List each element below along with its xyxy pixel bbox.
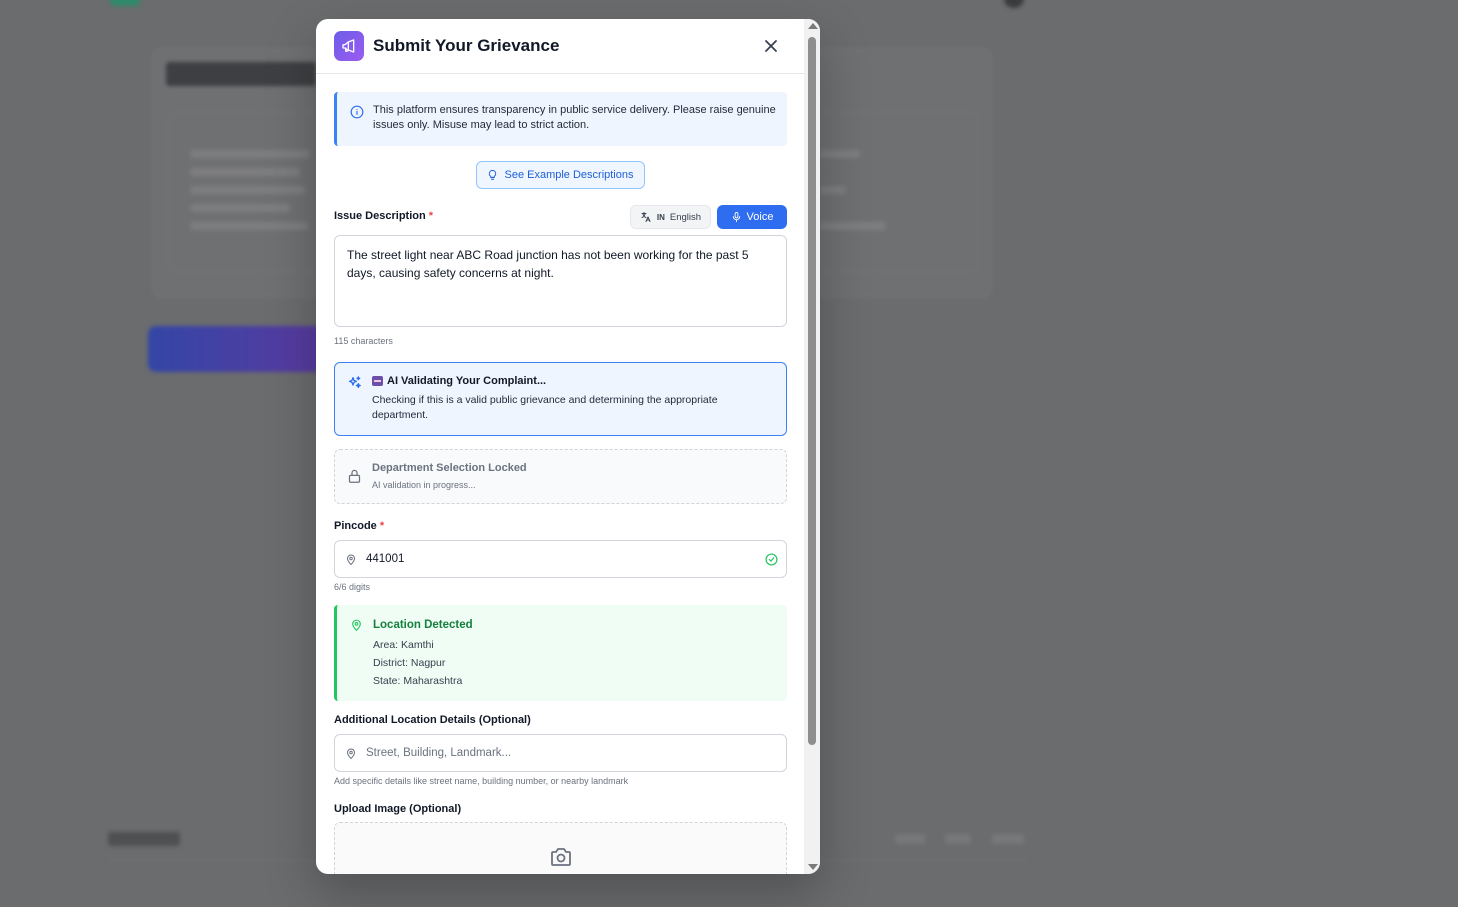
location-district: District: Nagpur [373, 657, 445, 669]
see-examples-label: See Example Descriptions [504, 169, 634, 181]
pincode-label-text: Pincode [334, 520, 377, 532]
district-value: Nagpur [410, 657, 446, 669]
background-line [820, 186, 846, 194]
grievance-modal: Submit Your Grievance This platform ensu… [316, 19, 820, 874]
ai-validation-title-text: AI Validating Your Complaint... [387, 375, 547, 387]
background-line [190, 150, 310, 158]
modal-title: Submit Your Grievance [373, 36, 560, 55]
background-button [148, 326, 323, 372]
info-text: This platform ensures transparency in pu… [373, 104, 776, 131]
language-label: English [669, 211, 702, 223]
location-state: State: Maharashtra [373, 675, 462, 687]
background-heading [166, 62, 316, 86]
voice-button[interactable]: Voice [717, 205, 787, 229]
translate-icon [641, 212, 651, 222]
issue-description-label: Issue Description * [334, 210, 433, 222]
camera-icon [547, 845, 575, 874]
background-line [190, 186, 305, 194]
map-pin-icon [345, 747, 357, 765]
lock-icon [347, 468, 362, 489]
close-button[interactable] [762, 37, 780, 55]
pincode-label: Pincode * [334, 520, 384, 532]
voice-label: Voice [746, 211, 774, 223]
issue-description-label-text: Issue Description [334, 210, 426, 222]
map-pin-icon [350, 618, 363, 637]
area-label: Area: [373, 639, 399, 651]
modal-scrollbar[interactable] [804, 19, 820, 874]
additional-location-hint: Add specific details like street name, b… [334, 776, 629, 786]
ai-validation-text: Checking if this is a valid public griev… [372, 394, 718, 421]
district-label: District: [373, 657, 408, 669]
info-icon [350, 105, 364, 124]
background-footer-link [895, 834, 925, 844]
background-avatar [1004, 0, 1024, 8]
required-mark: * [428, 210, 434, 222]
background-line [820, 150, 860, 158]
check-circle-icon [765, 553, 778, 571]
pincode-hint: 6/6 digits [334, 582, 371, 592]
department-locked-title: Department Selection Locked [372, 462, 527, 474]
language-selector[interactable]: IN English [630, 205, 711, 229]
background-footer-link [945, 834, 971, 844]
location-detected: Location Detected Area: Kamthi District:… [334, 605, 787, 701]
background-footer-link [992, 834, 1024, 844]
robot-icon [372, 376, 383, 386]
background-line [190, 222, 308, 230]
location-area: Area: Kamthi [373, 639, 434, 651]
issue-description-textarea[interactable]: The street light near ABC Road junction … [334, 235, 787, 327]
additional-location-label: Additional Location Details (Optional) [334, 714, 531, 726]
scroll-thumb[interactable] [808, 37, 816, 745]
area-value: Kamthi [401, 639, 434, 651]
scroll-up-arrow[interactable] [808, 23, 818, 29]
close-icon [765, 40, 777, 52]
lightbulb-icon [489, 169, 497, 181]
sparkles-icon [347, 375, 363, 396]
location-detected-title: Location Detected [373, 619, 473, 631]
department-locked-subtitle: AI validation in progress... [372, 480, 476, 490]
additional-location-placeholder: Street, Building, Landmark... [366, 747, 512, 759]
department-selection-locked: Department Selection Locked AI validatio… [334, 449, 787, 504]
background-line [190, 204, 290, 212]
state-value: Maharashtra [403, 675, 463, 687]
background-logo [110, 0, 140, 6]
character-count: 115 characters [334, 336, 393, 346]
modal-header: Submit Your Grievance [316, 19, 820, 74]
pincode-value: 441001 [366, 553, 405, 565]
see-examples-button[interactable]: See Example Descriptions [476, 161, 645, 189]
ai-validation-title: AI Validating Your Complaint... [372, 375, 546, 387]
upload-image-dropzone[interactable] [334, 822, 787, 874]
info-notice: This platform ensures transparency in pu… [334, 92, 787, 146]
map-pin-icon [345, 553, 357, 571]
state-label: State: [373, 675, 401, 687]
background-footer-logo [108, 832, 180, 846]
language-code: IN [656, 212, 665, 222]
required-mark: * [379, 520, 385, 532]
additional-location-input[interactable]: Street, Building, Landmark... [334, 734, 787, 772]
pincode-input[interactable]: 441001 [334, 540, 787, 578]
background-line [190, 168, 300, 176]
ai-validation-status: AI Validating Your Complaint... Checking… [334, 362, 787, 436]
megaphone-icon [334, 31, 364, 61]
background-line [820, 222, 886, 230]
upload-image-label: Upload Image (Optional) [334, 803, 462, 815]
scroll-down-arrow[interactable] [808, 864, 818, 870]
microphone-icon [732, 211, 740, 223]
